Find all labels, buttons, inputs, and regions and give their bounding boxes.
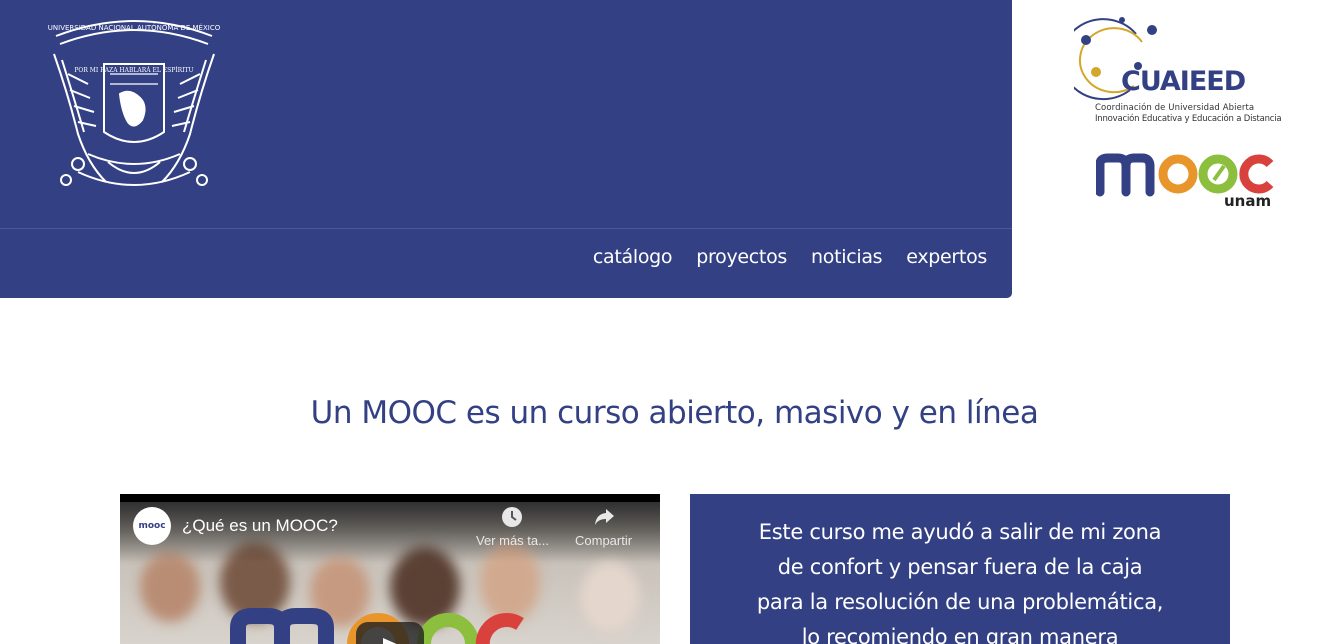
unam-seal-icon[interactable]: UNIVERSIDAD NACIONAL AUTÓNOMA DE MÉXICO …: [48, 14, 220, 198]
page-title: Un MOOC es un curso abierto, masivo y en…: [310, 395, 1039, 431]
nav-catalogo[interactable]: catálogo: [593, 246, 673, 268]
nav-noticias[interactable]: noticias: [811, 246, 883, 268]
nav-expertos[interactable]: expertos: [906, 246, 987, 268]
watch-later-button[interactable]: Ver más ta...: [476, 506, 549, 548]
testimonial-line: de confort y pensar fuera de la caja: [777, 555, 1143, 579]
play-icon: [383, 638, 397, 644]
mooc-unam-subtitle: unam: [1224, 192, 1272, 210]
share-icon: [594, 509, 614, 525]
seal-text: UNIVERSIDAD NACIONAL AUTÓNOMA DE MÉXICO: [48, 23, 220, 32]
testimonial-line: lo recomiendo en gran manera: [801, 625, 1119, 644]
thumbnail-person: [580, 562, 640, 632]
thumbnail-person: [140, 552, 200, 622]
testimonial-box: Este curso me ayudó a salir de mi zona d…: [690, 494, 1230, 644]
video-player[interactable]: mooc ¿Qué es un MOOC? Ver más ta... Comp…: [120, 494, 660, 644]
clock-icon: [502, 507, 523, 527]
header-divider: [0, 228, 1012, 229]
header-banner: UNIVERSIDAD NACIONAL AUTÓNOMA DE MÉXICO …: [0, 0, 1012, 298]
nav-proyectos[interactable]: proyectos: [696, 246, 787, 268]
share-label: Compartir: [575, 533, 633, 548]
cuaieed-subtitle-2: Innovación Educativa y Educación a Dista…: [1095, 114, 1282, 124]
testimonial-line: Este curso me ayudó a salir de mi zona: [758, 520, 1162, 544]
share-button[interactable]: Compartir: [575, 506, 632, 548]
play-button[interactable]: [356, 622, 424, 644]
video-title[interactable]: ¿Qué es un MOOC?: [182, 516, 338, 536]
testimonial-line: para la resolución de una problemática,: [756, 590, 1164, 614]
channel-avatar[interactable]: mooc: [133, 507, 171, 545]
watch-later-label: Ver más ta...: [476, 533, 549, 548]
cuaieed-subtitle-1: Coordinación de Universidad Abierta: [1095, 103, 1255, 113]
cuaieed-wordmark: CUAIEED: [1121, 66, 1246, 97]
main-nav: catálogo proyectos noticias expertos: [593, 246, 987, 268]
seal-motto: POR MI RAZA HABLARÁ EL ESPÍRITU: [74, 67, 193, 74]
